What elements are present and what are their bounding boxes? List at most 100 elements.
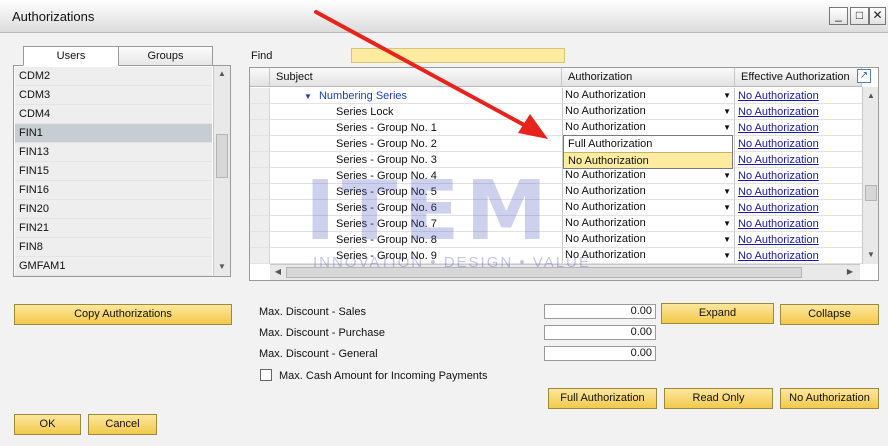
max-discount-sales-field[interactable]: 0.00 bbox=[544, 304, 656, 319]
list-item[interactable]: FIN20 bbox=[15, 200, 212, 219]
effective-link[interactable]: No Authorization bbox=[738, 186, 819, 198]
dropdown-option-no-authorization[interactable]: No Authorization bbox=[564, 152, 732, 168]
list-item[interactable]: FIN16 bbox=[15, 181, 212, 200]
row-header-corner bbox=[250, 68, 270, 87]
grid-horizontal-scrollbar[interactable]: ◀ ▶ bbox=[270, 264, 860, 280]
list-item-selected[interactable]: FIN1 bbox=[15, 124, 212, 143]
authorization-select[interactable]: No Authorization ▼ bbox=[562, 88, 735, 104]
authorization-select[interactable]: No Authorization ▼ bbox=[562, 184, 735, 200]
table-row[interactable]: Series - Group No. 4 No Authorization ▼ N… bbox=[250, 168, 862, 184]
effective-cell: No Authorization bbox=[735, 168, 862, 184]
dropdown-arrow-icon[interactable]: ▼ bbox=[723, 88, 731, 103]
list-item[interactable]: FIN13 bbox=[15, 143, 212, 162]
read-only-button[interactable]: Read Only bbox=[664, 388, 773, 409]
max-cash-amount-checkbox[interactable] bbox=[260, 369, 272, 381]
scroll-up-icon[interactable]: ▲ bbox=[863, 89, 878, 103]
list-item[interactable]: CDM3 bbox=[15, 86, 212, 105]
table-row[interactable]: Series - Group No. 7 No Authorization ▼ N… bbox=[250, 216, 862, 232]
header-authorization[interactable]: Authorization bbox=[562, 68, 735, 87]
copy-authorizations-button[interactable]: Copy Authorizations bbox=[14, 304, 232, 325]
minimize-button[interactable]: _ bbox=[829, 7, 848, 25]
authorization-value: No Authorization bbox=[565, 89, 646, 101]
grid-vertical-scrollbar[interactable]: ▲ ▼ bbox=[862, 87, 878, 264]
group-subject-label: Numbering Series bbox=[318, 90, 408, 102]
table-row[interactable]: Series - Group No. 6 No Authorization ▼ N… bbox=[250, 200, 862, 216]
collapse-button[interactable]: Collapse bbox=[780, 304, 879, 325]
dropdown-arrow-icon[interactable]: ▼ bbox=[723, 104, 731, 119]
user-list-scrollbar[interactable]: ▲ ▼ bbox=[213, 66, 230, 276]
max-discount-general-field[interactable]: 0.00 bbox=[544, 346, 656, 361]
table-row[interactable]: Series - Group No. 1 No Authorization ▼ N… bbox=[250, 120, 862, 136]
table-row[interactable]: ▼ Numbering Series No Authorization ▼ No … bbox=[250, 88, 862, 104]
dropdown-arrow-icon[interactable]: ▼ bbox=[723, 216, 731, 231]
maximize-button[interactable]: □ bbox=[850, 7, 869, 25]
effective-link[interactable]: No Authorization bbox=[738, 170, 819, 182]
table-row[interactable]: Series Lock No Authorization ▼ No Authori… bbox=[250, 104, 862, 120]
list-item[interactable]: FIN15 bbox=[15, 162, 212, 181]
ok-button[interactable]: OK bbox=[14, 414, 81, 435]
table-row[interactable]: Series - Group No. 3 No Authorization bbox=[250, 152, 862, 168]
scroll-thumb[interactable] bbox=[216, 134, 228, 178]
effective-link[interactable]: No Authorization bbox=[738, 154, 819, 166]
scroll-thumb[interactable] bbox=[286, 267, 802, 278]
authorization-select[interactable]: No Authorization ▼ bbox=[562, 168, 735, 184]
list-item[interactable]: FIN8 bbox=[15, 238, 212, 257]
subject-cell: Series - Group No. 2 bbox=[270, 136, 562, 152]
effective-link[interactable]: No Authorization bbox=[738, 218, 819, 230]
effective-link[interactable]: No Authorization bbox=[738, 202, 819, 214]
tab-users[interactable]: Users bbox=[23, 46, 119, 66]
table-row[interactable]: Series - Group No. 2 No Authorization bbox=[250, 136, 862, 152]
authorization-select[interactable]: No Authorization ▼ bbox=[562, 200, 735, 216]
list-item[interactable]: CDM4 bbox=[15, 105, 212, 124]
table-row[interactable]: Series - Group No. 8 No Authorization ▼ N… bbox=[250, 232, 862, 248]
scroll-down-icon[interactable]: ▼ bbox=[214, 260, 230, 274]
scroll-down-icon[interactable]: ▼ bbox=[863, 248, 878, 262]
authorization-select[interactable]: No Authorization ▼ bbox=[562, 248, 735, 264]
max-discount-purchase-field[interactable]: 0.00 bbox=[544, 325, 656, 340]
table-row[interactable]: Series - Group No. 5 No Authorization ▼ N… bbox=[250, 184, 862, 200]
max-cash-amount-label: Max. Cash Amount for Incoming Payments bbox=[279, 370, 488, 382]
no-authorization-button[interactable]: No Authorization bbox=[780, 388, 879, 409]
table-row[interactable]: Series - Group No. 9 No Authorization ▼ N… bbox=[250, 248, 862, 264]
authorization-select[interactable]: No Authorization ▼ bbox=[562, 216, 735, 232]
authorization-value: No Authorization bbox=[565, 201, 646, 213]
authorization-select[interactable]: No Authorization ▼ bbox=[562, 120, 735, 136]
effective-link[interactable]: No Authorization bbox=[738, 234, 819, 246]
subject-cell: Series - Group No. 6 bbox=[270, 200, 562, 216]
dropdown-arrow-icon[interactable]: ▼ bbox=[723, 232, 731, 247]
subject-cell: Series - Group No. 4 bbox=[270, 168, 562, 184]
full-authorization-button[interactable]: Full Authorization bbox=[548, 388, 657, 409]
subject-cell: Series - Group No. 5 bbox=[270, 184, 562, 200]
expand-button[interactable]: Expand bbox=[661, 303, 774, 324]
cancel-button[interactable]: Cancel bbox=[88, 414, 157, 435]
scroll-thumb[interactable] bbox=[865, 185, 877, 201]
list-item[interactable]: GMFAM1 bbox=[15, 257, 212, 276]
dropdown-arrow-icon[interactable]: ▼ bbox=[723, 184, 731, 199]
close-button[interactable]: ✕ bbox=[869, 7, 886, 25]
effective-link[interactable]: No Authorization bbox=[738, 122, 819, 134]
dropdown-arrow-icon[interactable]: ▼ bbox=[723, 248, 731, 263]
dropdown-arrow-icon[interactable]: ▼ bbox=[723, 168, 731, 183]
expand-triangle-icon[interactable]: ▼ bbox=[304, 92, 312, 101]
effective-link[interactable]: No Authorization bbox=[738, 138, 819, 150]
scroll-left-icon[interactable]: ◀ bbox=[272, 265, 284, 279]
dropdown-arrow-icon[interactable]: ▼ bbox=[723, 200, 731, 215]
effective-link[interactable]: No Authorization bbox=[738, 90, 819, 102]
list-item[interactable]: CDM2 bbox=[15, 67, 212, 86]
effective-cell: No Authorization bbox=[735, 152, 862, 168]
header-effective-authorization[interactable]: Effective Authorization bbox=[735, 68, 862, 87]
authorization-select[interactable]: No Authorization ▼ bbox=[562, 232, 735, 248]
dropdown-arrow-icon[interactable]: ▼ bbox=[723, 120, 731, 135]
authorization-select[interactable]: No Authorization ▼ bbox=[562, 104, 735, 120]
list-item[interactable]: FIN21 bbox=[15, 219, 212, 238]
find-input[interactable] bbox=[351, 48, 565, 63]
scroll-right-icon[interactable]: ▶ bbox=[844, 265, 856, 279]
dropdown-option-full-authorization[interactable]: Full Authorization bbox=[564, 136, 732, 152]
scroll-up-icon[interactable]: ▲ bbox=[214, 67, 230, 81]
expand-arrow-icon[interactable]: ↗ bbox=[857, 69, 871, 83]
effective-cell: No Authorization bbox=[735, 200, 862, 216]
effective-link[interactable]: No Authorization bbox=[738, 250, 819, 262]
header-subject[interactable]: Subject bbox=[270, 68, 562, 87]
effective-link[interactable]: No Authorization bbox=[738, 106, 819, 118]
tab-groups[interactable]: Groups bbox=[118, 46, 213, 66]
